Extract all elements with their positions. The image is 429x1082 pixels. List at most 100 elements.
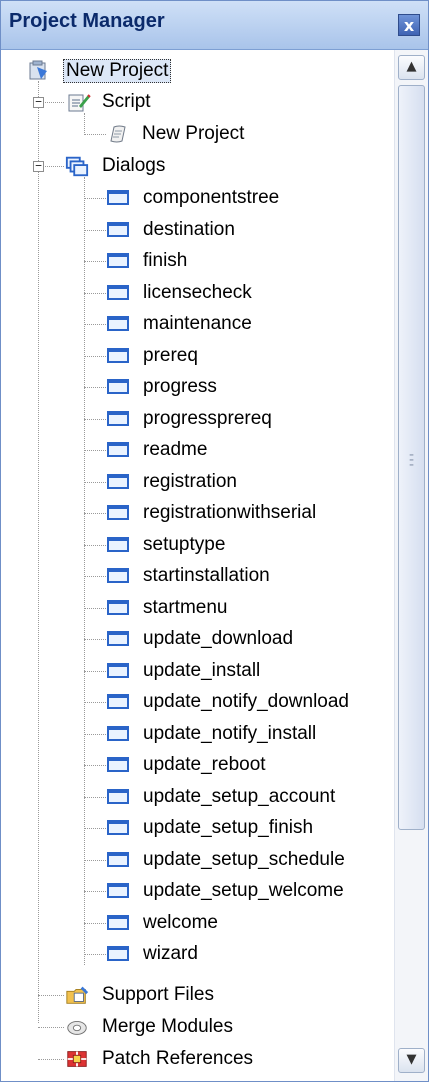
dialog-icon	[107, 190, 129, 205]
dialog-item[interactable]: licensecheck	[1, 278, 395, 308]
dialog-item[interactable]: componentstree	[1, 183, 395, 213]
vertical-scrollbar[interactable]: ▲ --- ▼	[394, 50, 428, 1081]
dialog-item[interactable]: wizard	[1, 939, 395, 969]
dialog-icon	[107, 379, 129, 394]
dialog-icon	[107, 757, 129, 772]
dialog-item-label[interactable]: update_setup_schedule	[143, 849, 345, 871]
dialog-item-label[interactable]: registration	[143, 471, 237, 493]
script-label[interactable]: Script	[102, 91, 151, 113]
dialog-item-label[interactable]: update_reboot	[143, 754, 266, 776]
tree-node-script[interactable]: − Script	[1, 87, 395, 117]
close-button[interactable]: x	[398, 14, 420, 36]
dialog-item[interactable]: maintenance	[1, 309, 395, 339]
dialog-icon	[107, 725, 129, 741]
tree-guide-line	[84, 229, 106, 231]
dialog-item[interactable]: update_reboot	[1, 750, 395, 780]
collapse-toggle-dialogs[interactable]: −	[33, 160, 44, 172]
dialog-item-label[interactable]: update_download	[143, 628, 293, 650]
dialog-item[interactable]: startinstallation	[1, 561, 395, 591]
dialog-item-label[interactable]: startinstallation	[143, 565, 270, 587]
dialog-item-label[interactable]: update_setup_welcome	[143, 880, 344, 902]
tree-guide-line	[84, 702, 106, 703]
dialog-item-label[interactable]: update_notify_download	[143, 691, 349, 713]
scroll-thumb[interactable]: ---	[398, 85, 425, 830]
tree-node-script-child[interactable]: New Project	[1, 119, 395, 149]
dialogs-label[interactable]: Dialogs	[102, 155, 165, 177]
merge-modules-icon	[67, 1021, 87, 1035]
dialog-item-label[interactable]: progress	[143, 376, 217, 398]
tree-guide-line	[84, 292, 106, 294]
dialog-icon	[107, 473, 129, 489]
dialog-item[interactable]: update_download	[1, 624, 395, 654]
scroll-up-button[interactable]: ▲	[398, 55, 425, 80]
dialog-item-label[interactable]: progressprereq	[143, 408, 272, 430]
dialog-item-label[interactable]: registrationwithserial	[143, 502, 316, 524]
dialog-item[interactable]: update_setup_welcome	[1, 876, 395, 906]
tree-node-merge-modules[interactable]: Merge Modules	[1, 1012, 395, 1042]
dialog-item-label[interactable]: update_setup_finish	[143, 817, 313, 839]
panel-title: Project Manager	[9, 10, 165, 32]
collapse-toggle-script[interactable]: −	[33, 96, 44, 108]
support-files-label[interactable]: Support Files	[102, 984, 214, 1006]
patch-references-label[interactable]: Patch References	[102, 1048, 253, 1070]
dialog-item-label[interactable]: prereq	[143, 345, 198, 367]
scroll-icon	[110, 125, 126, 143]
tree-node-dialogs[interactable]: − Dialogs	[1, 151, 395, 181]
dialog-item[interactable]: destination	[1, 215, 395, 245]
dialog-item-label[interactable]: destination	[143, 219, 235, 241]
dialog-item-label[interactable]: welcome	[143, 912, 218, 934]
tree-guide-line	[84, 891, 106, 892]
dialog-icon	[107, 631, 129, 646]
dialog-item[interactable]: prereq	[1, 341, 395, 371]
root-label[interactable]: New Project	[63, 59, 172, 83]
tree-node-support-files[interactable]: Support Files	[1, 980, 395, 1010]
script-icon	[68, 94, 91, 112]
tree-guide-line	[84, 859, 106, 861]
dialog-icon	[107, 568, 129, 583]
dialog-item-label[interactable]: readme	[143, 439, 207, 461]
dialog-icon	[107, 284, 129, 300]
dialog-item-label[interactable]: setuptype	[143, 534, 225, 556]
dialog-item[interactable]: update_install	[1, 656, 395, 686]
dialog-item[interactable]: update_setup_account	[1, 782, 395, 812]
dialog-item-label[interactable]: componentstree	[143, 187, 279, 209]
dialog-item[interactable]: update_setup_schedule	[1, 845, 395, 875]
merge-modules-label[interactable]: Merge Modules	[102, 1016, 233, 1038]
dialog-item[interactable]: progressprereq	[1, 404, 395, 434]
dialog-item[interactable]: registration	[1, 467, 395, 497]
dialog-item-label[interactable]: startmenu	[143, 597, 227, 619]
dialog-item-label[interactable]: maintenance	[143, 313, 252, 335]
dialog-item[interactable]: setuptype	[1, 530, 395, 560]
dialog-item-label[interactable]: update_setup_account	[143, 786, 335, 808]
tree-guide-line	[84, 670, 106, 672]
dialog-item[interactable]: startmenu	[1, 593, 395, 623]
dialog-item[interactable]: update_notify_download	[1, 687, 395, 717]
dialog-item[interactable]: finish	[1, 246, 395, 276]
script-child-label[interactable]: New Project	[142, 123, 244, 145]
dialog-icon	[107, 694, 129, 709]
dialog-item-label[interactable]: update_install	[143, 660, 260, 682]
tree-node-patch-references[interactable]: Patch References	[1, 1044, 395, 1074]
dialog-item-label[interactable]: wizard	[143, 943, 198, 965]
dialog-item[interactable]: progress	[1, 372, 395, 402]
project-tree[interactable]: New Project − Script New Project − Dialo…	[1, 50, 395, 1081]
dialog-icon	[107, 883, 129, 898]
scroll-down-button[interactable]: ▼	[398, 1048, 425, 1073]
project-icon	[29, 60, 47, 80]
dialog-item[interactable]: update_setup_finish	[1, 813, 395, 843]
dialog-icon	[107, 820, 129, 835]
dialog-item[interactable]: registrationwithserial	[1, 498, 395, 528]
dialog-item-label[interactable]: licensecheck	[143, 282, 252, 304]
dialog-item[interactable]: welcome	[1, 908, 395, 938]
dialog-icon	[107, 347, 129, 363]
dialog-icon	[107, 851, 129, 867]
tree-guide-line	[84, 796, 106, 798]
tree-guide-line	[84, 261, 106, 262]
dialog-item[interactable]: readme	[1, 435, 395, 465]
dialog-item-label[interactable]: finish	[143, 250, 187, 272]
dialog-icon	[107, 536, 129, 552]
tree-guide-line	[84, 418, 106, 420]
dialog-item[interactable]: update_notify_install	[1, 719, 395, 749]
tree-node-root[interactable]: New Project	[1, 55, 395, 85]
dialog-item-label[interactable]: update_notify_install	[143, 723, 316, 745]
